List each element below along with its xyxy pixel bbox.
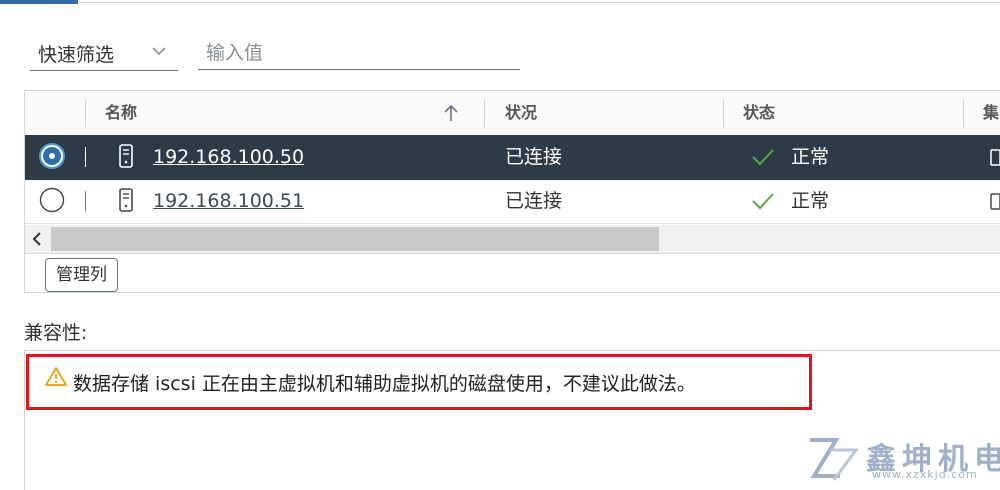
cluster-icon (990, 193, 1000, 210)
column-separator (963, 99, 964, 127)
table-row[interactable]: 192.168.100.50 已连接 正常 (25, 135, 1000, 180)
manage-columns-button[interactable]: 管理列 (45, 258, 118, 292)
top-divider (0, 2, 1000, 3)
column-header-status[interactable]: 状态 (743, 91, 775, 135)
watermark-logo-icon (810, 438, 859, 481)
scrollbar-thumb[interactable] (51, 227, 659, 251)
quick-filter-dropdown[interactable]: 快速筛选 (30, 36, 178, 71)
column-header-name[interactable]: 名称 (105, 91, 137, 135)
cluster-icon (990, 149, 1000, 166)
compatibility-message: 数据存储 iscsi 正在由主虚拟机和辅助虚拟机的磁盘使用，不建议此做法。 (73, 373, 696, 395)
radio-selected-icon[interactable] (39, 143, 65, 169)
host-condition: 已连接 (505, 146, 563, 168)
column-header-cluster[interactable]: 集 (983, 91, 999, 135)
watermark-url: www.xzxkjd.com (872, 468, 978, 481)
host-status: 正常 (791, 190, 830, 212)
table-row[interactable]: 192.168.100.51 已连接 正常 (25, 179, 1000, 224)
grid-header: 名称 状况 状态 集 (25, 91, 1000, 136)
chevron-down-icon (152, 47, 166, 56)
host-datagrid: 名称 状况 状态 集 192.168.100.50 已连接 正常 192.168… (24, 90, 1000, 293)
horizontal-scrollbar[interactable] (25, 225, 1000, 254)
host-name-link[interactable]: 192.168.100.51 (153, 190, 304, 212)
compatibility-warning: 数据存储 iscsi 正在由主虚拟机和辅助虚拟机的磁盘使用，不建议此做法。 (26, 354, 812, 410)
host-status: 正常 (791, 146, 830, 168)
host-condition: 已连接 (505, 190, 563, 212)
column-header-condition[interactable]: 状况 (505, 91, 537, 135)
scroll-left-icon[interactable] (31, 231, 43, 247)
row-separator (85, 191, 86, 211)
column-separator (484, 99, 485, 127)
filter-value-input[interactable] (198, 36, 520, 70)
column-separator (85, 99, 86, 127)
check-icon (752, 193, 774, 210)
column-separator (723, 99, 724, 127)
sort-ascending-icon[interactable] (443, 104, 459, 122)
radio-unselected-icon[interactable] (39, 187, 65, 213)
host-name-link[interactable]: 192.168.100.50 (153, 146, 304, 168)
host-server-icon (119, 188, 133, 212)
warning-triangle-icon (45, 367, 67, 386)
check-icon (752, 149, 774, 166)
row-separator (85, 147, 86, 167)
host-server-icon (119, 144, 133, 168)
active-tab-indicator (0, 0, 78, 4)
compatibility-title: 兼容性: (24, 322, 88, 344)
quick-filter-label: 快速筛选 (38, 44, 115, 66)
